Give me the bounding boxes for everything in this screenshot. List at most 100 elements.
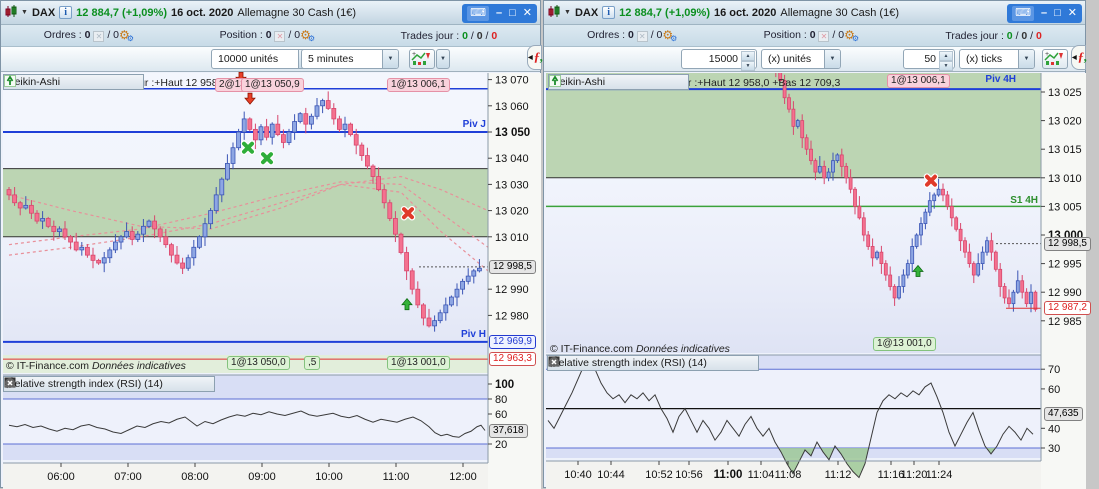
price-tick-label: 12 980 [495,310,529,322]
chevron-down-icon[interactable]: ▼ [1018,50,1034,68]
prorealtime-side-tab[interactable]: ◀ƒ, [1071,45,1087,70]
cancel-orders-icon[interactable]: ✕ [93,31,105,42]
info-icon[interactable]: i [59,6,73,19]
close-icon[interactable] [549,357,755,369]
quantity-select[interactable]: 10000 unités ▼ [211,49,315,69]
quantity-unit-select[interactable]: (x) unités ▼ [761,49,841,69]
close-button[interactable]: ✕ [1068,5,1077,22]
price-tick-label: 13 070 [495,75,529,87]
stop-order-badge-fragment[interactable]: ,5 [304,356,321,370]
price-tick-label: 13 025 [1048,87,1082,99]
orders-settings-small-icon: ⚙ [126,34,134,43]
chevron-down-icon[interactable]: ▼ [21,9,28,16]
orders-status: Ordres : 0 ✕ / 0⚙⚙ [587,28,678,43]
quantity-value: 15000 [708,53,738,65]
time-tick-label: 10:56 [675,469,703,481]
position-badge[interactable]: 1@13 006,1 [887,74,950,88]
position-badge[interactable]: 1@13 006,1 [387,78,450,92]
titlebar[interactable]: ▼ DAX i 12 884,7 (+1,09%) 16 oct. 2020 A… [544,1,1085,25]
trades-status: Trades jour : 0 / 0 / 0 [945,29,1042,42]
status-row: Ordres : 0 ✕ / 0⚙⚙ Position : 0 ✕ / 0⚙⚙ … [1,25,540,47]
order-badge[interactable]: 1@13 050,9 [241,78,304,92]
timeframe-select[interactable]: 5 minutes ▼ [301,49,399,69]
titlebar[interactable]: ▼ DAX i 12 884,7 (+1,09%) 16 oct. 2020 A… [1,1,540,25]
panel-icon[interactable] [548,356,739,369]
keyboard-icon[interactable]: ⌨ [467,6,489,21]
sell-arrow-icon[interactable] [549,75,669,88]
time-tick-label: 11:00 [383,471,410,483]
filled-order-marker-icon [242,141,254,154]
rsi-tick-label: 70 [1048,364,1060,376]
time-axis-bg [3,463,488,489]
keyboard-icon[interactable]: ⌨ [1012,6,1034,21]
ticks-stepper[interactable]: ▲ ▼ [939,51,953,71]
chart-window-right: ▼ DAX i 12 884,7 (+1,09%) 16 oct. 2020 A… [543,0,1091,489]
prorealtime-side-tab[interactable]: ◀ƒ, [527,45,543,70]
close-position-icon[interactable]: ✕ [274,31,286,42]
wrench-icon[interactable] [550,75,621,88]
rsi-value-badge: 37,618 [489,424,528,438]
pivot-zone-band [3,168,488,237]
time-tick-label: 11:00 [714,469,743,481]
stop-order-badge[interactable]: 1@13 050,0 [227,356,290,370]
quantity-input[interactable]: 15000 ▲ ▼ [681,49,757,71]
price-tick-label: 13 030 [495,179,529,191]
stop-order-badge[interactable]: 1@13 001,0 [873,337,936,351]
chevron-down-icon[interactable]: ▼ [382,50,398,68]
minimize-button[interactable]: – [496,5,502,22]
minimize-button[interactable]: – [1041,5,1047,22]
quantity-unit-value: (x) unités [768,53,812,65]
instrument-name: Allemagne 30 Cash (1€) [237,6,356,19]
info-icon[interactable]: i [602,6,616,19]
indicator-chip-heikin-ashi: Heikin-Ashi [548,74,690,90]
orders-status: Ordres : 0 ✕ / 0⚙⚙ [43,28,134,43]
rsi-value-badge: 47,635 [1044,407,1083,421]
close-icon[interactable] [5,76,108,88]
chart-style-dropdown-icon[interactable]: ▼ [436,49,450,69]
ticks-input[interactable]: 50 ▲ ▼ [903,49,955,71]
sell-arrow-icon[interactable] [4,75,124,88]
time-tick-label: 10:44 [597,469,625,481]
trades-status: Trades jour : 0 / 0 / 0 [400,29,498,42]
maximize-button[interactable]: □ [509,5,516,22]
maximize-button[interactable]: □ [1054,5,1061,22]
indicator-chip-heikin-ashi: Heikin-Ashi [3,74,145,90]
rsi-label: Relative strength index (RSI) (14) [551,357,707,369]
ticks-unit-select[interactable]: (x) ticks ▼ [959,49,1035,69]
indicator-chip-rsi: Relative strength index (RSI) (14) [3,376,215,392]
panel-icon[interactable] [549,75,637,88]
time-tick-label: 09:00 [248,471,276,483]
price-tick-label: 13 050 [495,127,530,139]
stop-order-badge[interactable]: 1@13 001,0 [387,356,450,370]
cancel-orders-icon[interactable]: ✕ [636,31,648,42]
close-icon[interactable] [550,76,653,88]
panel-icon[interactable] [4,75,92,88]
close-position-icon[interactable]: ✕ [818,31,830,42]
rsi-label: Relative strength index (RSI) (14) [7,378,163,390]
chart-area[interactable]: 13 025 13 020 13 015 13 010 13 005 13 000 12 9… [544,72,1091,489]
pivot-label-piv-4h: Piv 4H [985,74,1016,85]
wrench-icon[interactable] [5,75,76,88]
chart-style-button[interactable]: + [409,49,435,69]
chevron-down-icon[interactable]: ▼ [824,50,840,68]
price-tick-label: 13 060 [495,101,529,113]
session-date: 16 oct. 2020 [714,6,777,19]
chevron-down-icon[interactable]: ▼ [564,9,571,16]
wrench-icon[interactable] [549,356,723,369]
buy-arrow-icon[interactable] [549,75,685,88]
support-label-s1-4h: S1 4H [1010,195,1038,206]
buy-arrow-icon[interactable] [4,75,140,88]
price-tick-label: 13 020 [1048,116,1082,128]
current-price-badge: 12 998,5 [1044,237,1091,251]
close-button[interactable]: ✕ [523,5,532,22]
chart-area[interactable]: 13 070 13 060 13 050 13 040 13 030 13 020 13 0… [1,72,541,489]
close-icon[interactable] [5,378,211,390]
quantity-value: 10000 unités [218,53,279,65]
chart-style-button[interactable]: + [1042,49,1068,69]
wrench-icon[interactable] [5,377,179,390]
closed-order-marker-icon [925,174,937,187]
panel-icon[interactable] [4,377,195,390]
quantity-stepper[interactable]: ▲ ▼ [741,51,755,71]
ticks-value: 50 [924,53,936,65]
attribution: © IT-Finance.com Données indicatives [550,343,730,355]
